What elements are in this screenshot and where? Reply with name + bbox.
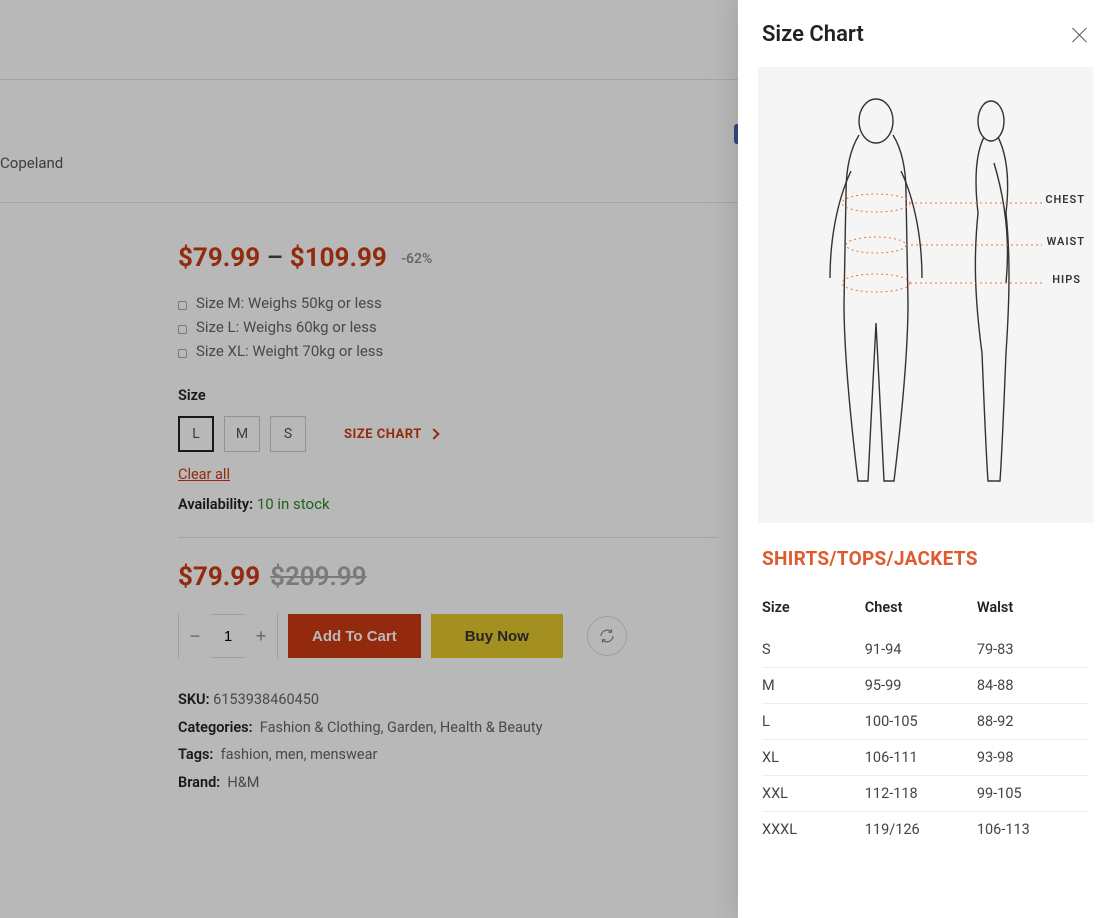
size-table: Size Chest Walst S 91-94 79-83 M 95-99 8…: [762, 590, 1089, 847]
cell-chest: 100-105: [865, 713, 977, 730]
table-row: M 95-99 84-88: [762, 668, 1089, 704]
body-diagram: CHEST WAIST HIPS: [758, 67, 1093, 523]
diagram-chest-label: CHEST: [1045, 193, 1085, 206]
cell-size: S: [762, 641, 865, 658]
cell-size: M: [762, 677, 865, 694]
diagram-hips-label: HIPS: [1052, 273, 1081, 286]
size-section-title: SHIRTS/TOPS/JACKETS: [762, 547, 1089, 570]
col-waist: Walst: [977, 599, 1089, 616]
table-row: S 91-94 79-83: [762, 632, 1089, 668]
table-row: XXL 112-118 99-105: [762, 776, 1089, 812]
size-chart-panel: Size Chart: [738, 0, 1113, 918]
cell-size: L: [762, 713, 865, 730]
diagram-waist-label: WAIST: [1047, 235, 1085, 248]
table-header: Size Chest Walst: [762, 590, 1089, 632]
cell-size: XXL: [762, 785, 865, 802]
cell-chest: 112-118: [865, 785, 977, 802]
cell-waist: 88-92: [977, 713, 1089, 730]
table-row: XL 106-111 93-98: [762, 740, 1089, 776]
table-row: XXXL 119/126 106-113: [762, 812, 1089, 847]
cell-size: XXXL: [762, 821, 865, 838]
panel-title: Size Chart: [762, 22, 864, 47]
cell-waist: 106-113: [977, 821, 1089, 838]
cell-size: XL: [762, 749, 865, 766]
cell-waist: 99-105: [977, 785, 1089, 802]
table-row: L 100-105 88-92: [762, 704, 1089, 740]
cell-chest: 95-99: [865, 677, 977, 694]
cell-waist: 79-83: [977, 641, 1089, 658]
col-size: Size: [762, 599, 865, 616]
cell-chest: 91-94: [865, 641, 977, 658]
col-chest: Chest: [865, 599, 977, 616]
cell-chest: 119/126: [865, 821, 977, 838]
body-figure-icon: [796, 93, 1056, 493]
cell-chest: 106-111: [865, 749, 977, 766]
cell-waist: 84-88: [977, 677, 1089, 694]
close-icon[interactable]: [1071, 26, 1089, 44]
cell-waist: 93-98: [977, 749, 1089, 766]
